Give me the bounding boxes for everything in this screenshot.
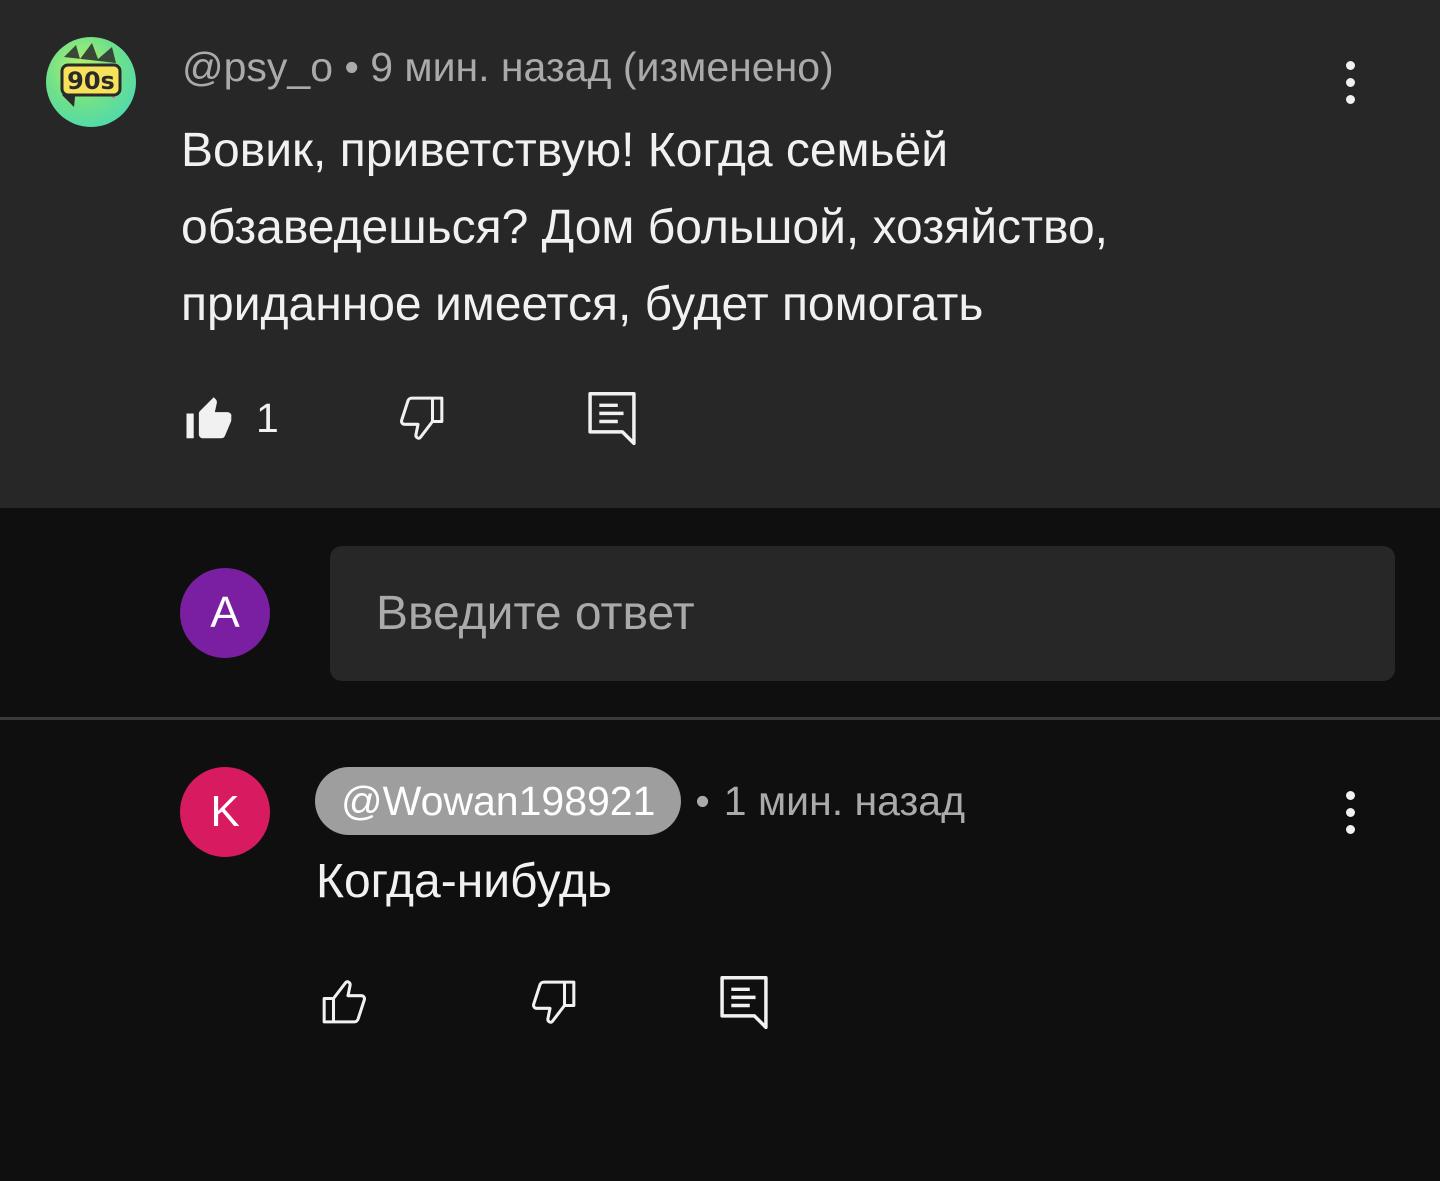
like-button[interactable]: 1 bbox=[182, 391, 279, 445]
comment-text: Вовик, приветствую! Когда семьёй обзавед… bbox=[181, 124, 1108, 331]
comment-menu-button[interactable] bbox=[1335, 52, 1365, 112]
reply-actions bbox=[316, 972, 772, 1032]
reply-author-avatar[interactable]: K bbox=[180, 767, 270, 857]
reply-author-handle[interactable]: @Wowan198921 bbox=[315, 767, 682, 835]
svg-text:90s: 90s bbox=[67, 67, 115, 95]
like-count: 1 bbox=[256, 394, 279, 441]
comment-actions: 1 bbox=[182, 388, 640, 448]
more-vertical-icon bbox=[1345, 790, 1355, 800]
divider bbox=[0, 717, 1440, 720]
avatar-90s-icon[interactable]: 90s bbox=[46, 37, 136, 127]
dislike-button[interactable] bbox=[394, 390, 450, 446]
reply-button[interactable] bbox=[716, 972, 772, 1032]
reply-meta: @Wowan198921 • 1 мин. назад bbox=[315, 767, 965, 835]
comment-time: 9 мин. назад bbox=[370, 44, 612, 90]
thumb-up-filled-icon bbox=[186, 397, 232, 439]
reply-menu-button[interactable] bbox=[1335, 782, 1365, 842]
reply-button[interactable] bbox=[584, 388, 640, 448]
thumb-down-outline-icon bbox=[399, 396, 444, 440]
reply-time: 1 мин. назад bbox=[723, 777, 965, 824]
meta-dot: • bbox=[344, 44, 371, 90]
reply-input[interactable] bbox=[330, 546, 1395, 681]
dislike-button[interactable] bbox=[526, 974, 582, 1030]
reply-text: Когда-нибудь bbox=[316, 855, 612, 908]
thumb-up-outline-icon bbox=[322, 980, 366, 1024]
current-user-avatar[interactable]: A bbox=[180, 568, 270, 658]
reply-comment-icon bbox=[588, 392, 636, 446]
90s-retro-logo-icon: 90s bbox=[60, 43, 122, 107]
more-vertical-icon bbox=[1345, 60, 1355, 70]
like-button[interactable] bbox=[316, 974, 372, 1030]
comment-meta: @psy_o • 9 мин. назад (изменено) bbox=[182, 44, 834, 91]
meta-dot: • bbox=[695, 777, 710, 824]
reply-comment-icon bbox=[720, 976, 768, 1030]
edited-label: (изменено) bbox=[622, 44, 834, 90]
highlighted-comment: 90s @psy_o • 9 мин. назад (изменено) Вов… bbox=[0, 0, 1440, 508]
thumb-down-outline-icon bbox=[532, 980, 576, 1024]
comment-author[interactable]: @psy_o bbox=[182, 44, 333, 90]
